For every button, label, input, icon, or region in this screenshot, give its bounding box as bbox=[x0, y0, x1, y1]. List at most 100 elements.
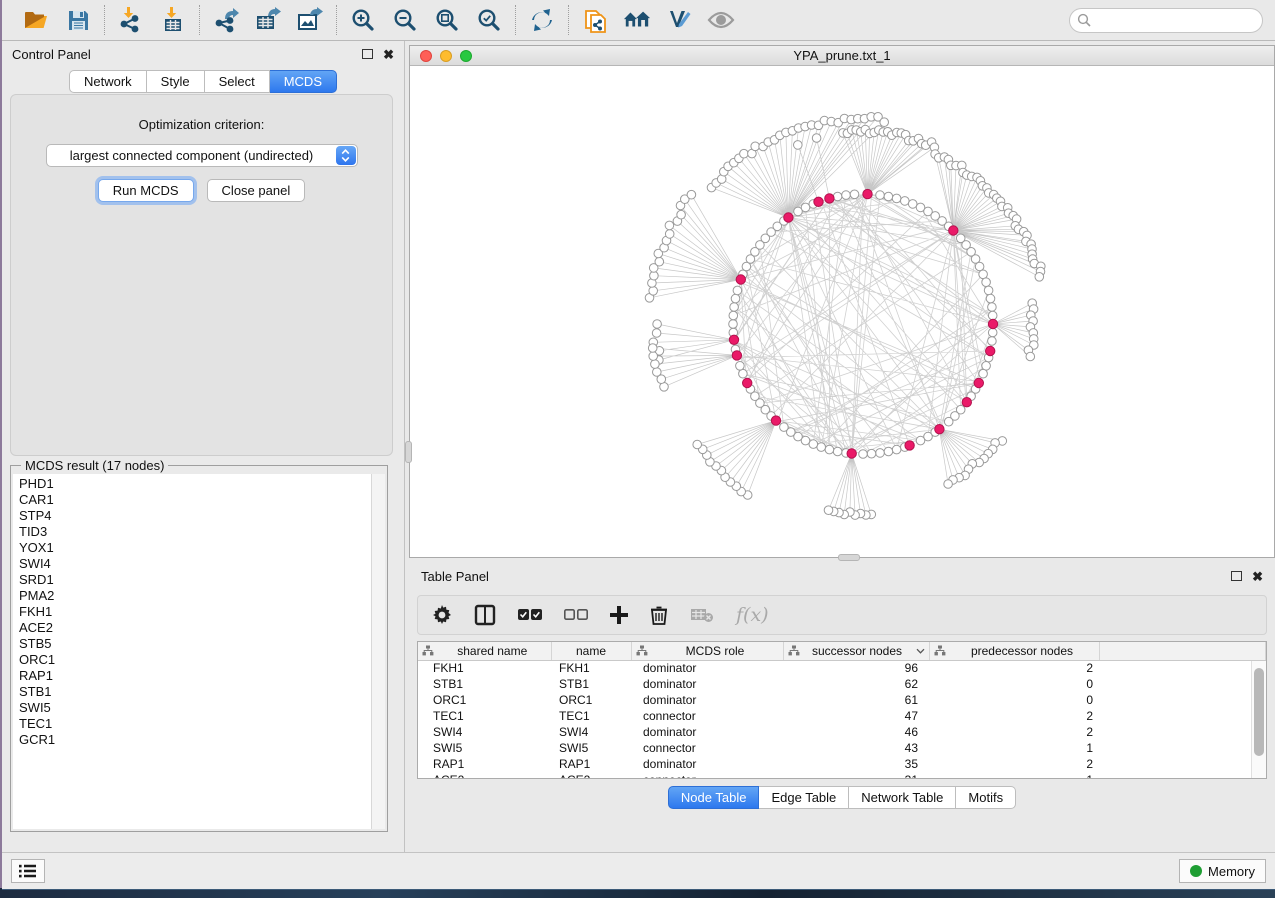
cell-name[interactable]: FKH1 bbox=[551, 660, 631, 676]
cell-MCDS-role[interactable]: dominator bbox=[631, 724, 783, 740]
panel-splitter-handle[interactable] bbox=[405, 441, 412, 463]
save-session-icon[interactable] bbox=[64, 6, 92, 34]
deselect-all-icon[interactable] bbox=[564, 602, 588, 628]
mcds-result-item[interactable]: ACE2 bbox=[19, 620, 371, 636]
zoom-selected-icon[interactable] bbox=[475, 6, 503, 34]
column-header-predecessor-nodes[interactable]: predecessor nodes bbox=[929, 642, 1099, 660]
cell-shared-name[interactable]: SWI4 bbox=[418, 724, 551, 740]
mcds-result-item[interactable]: STB1 bbox=[19, 684, 371, 700]
zoom-fit-icon[interactable] bbox=[433, 6, 461, 34]
cell-MCDS-role[interactable]: connector bbox=[631, 772, 783, 779]
mcds-result-item[interactable]: YOX1 bbox=[19, 540, 371, 556]
cell-MCDS-role[interactable]: dominator bbox=[631, 692, 783, 708]
cell-predecessor-nodes[interactable]: 2 bbox=[929, 708, 1099, 724]
cell-successor-nodes[interactable]: 62 bbox=[783, 676, 929, 692]
import-table-icon[interactable] bbox=[159, 6, 187, 34]
mcds-result-item[interactable]: ORC1 bbox=[19, 652, 371, 668]
select-all-icon[interactable] bbox=[518, 602, 542, 628]
cell-successor-nodes[interactable]: 47 bbox=[783, 708, 929, 724]
mcds-result-item[interactable]: PMA2 bbox=[19, 588, 371, 604]
show-columns-icon[interactable] bbox=[474, 602, 496, 628]
search-input[interactable] bbox=[1069, 8, 1263, 33]
tab-network-table[interactable]: Network Table bbox=[849, 786, 956, 809]
close-panel-icon[interactable]: ✖ bbox=[383, 48, 394, 61]
table-row[interactable]: TEC1TEC1connector472 bbox=[418, 708, 1266, 724]
column-header-successor-nodes[interactable]: successor nodes bbox=[783, 642, 929, 660]
open-session-icon[interactable] bbox=[22, 6, 50, 34]
cell-name[interactable]: STB1 bbox=[551, 676, 631, 692]
show-hide-icon[interactable] bbox=[707, 6, 735, 34]
mcds-result-item[interactable]: TID3 bbox=[19, 524, 371, 540]
mcds-result-item[interactable]: GCR1 bbox=[19, 732, 371, 748]
cell-predecessor-nodes[interactable]: 0 bbox=[929, 676, 1099, 692]
tab-motifs[interactable]: Motifs bbox=[956, 786, 1016, 809]
table-row[interactable]: FKH1FKH1dominator962 bbox=[418, 660, 1266, 676]
cell-successor-nodes[interactable]: 43 bbox=[783, 740, 929, 756]
mcds-hub-node[interactable] bbox=[988, 319, 997, 328]
column-header-MCDS-role[interactable]: MCDS role bbox=[631, 642, 783, 660]
task-history-button[interactable] bbox=[11, 859, 45, 883]
cell-MCDS-role[interactable]: connector bbox=[631, 740, 783, 756]
delete-column-icon[interactable] bbox=[650, 602, 668, 628]
cell-successor-nodes[interactable]: 35 bbox=[783, 756, 929, 772]
delete-table-icon[interactable] bbox=[690, 602, 714, 628]
mcds-hub-node[interactable] bbox=[784, 213, 793, 222]
memory-button[interactable]: Memory bbox=[1179, 859, 1266, 883]
cell-predecessor-nodes[interactable]: 2 bbox=[929, 660, 1099, 676]
mcds-hub-node[interactable] bbox=[729, 335, 738, 344]
mcds-hub-node[interactable] bbox=[743, 378, 752, 387]
export-network-icon[interactable] bbox=[212, 6, 240, 34]
cell-name[interactable]: SWI5 bbox=[551, 740, 631, 756]
network-from-selection-icon[interactable] bbox=[581, 6, 609, 34]
cell-predecessor-nodes[interactable]: 2 bbox=[929, 724, 1099, 740]
cell-successor-nodes[interactable]: 61 bbox=[783, 692, 929, 708]
cell-MCDS-role[interactable]: dominator bbox=[631, 660, 783, 676]
table-scrollbar-thumb[interactable] bbox=[1254, 668, 1264, 756]
mcds-hub-node[interactable] bbox=[863, 189, 872, 198]
mcds-hub-node[interactable] bbox=[736, 275, 745, 284]
table-row[interactable]: RAP1RAP1dominator352 bbox=[418, 756, 1266, 772]
tab-network[interactable]: Network bbox=[69, 70, 147, 93]
column-header-name[interactable]: name bbox=[551, 642, 631, 660]
cell-name[interactable]: SWI4 bbox=[551, 724, 631, 740]
cell-successor-nodes[interactable]: 31 bbox=[783, 772, 929, 779]
mcds-hub-node[interactable] bbox=[825, 194, 834, 203]
table-row[interactable]: SWI4SWI4dominator462 bbox=[418, 724, 1266, 740]
cell-predecessor-nodes[interactable]: 2 bbox=[929, 756, 1099, 772]
cell-predecessor-nodes[interactable]: 1 bbox=[929, 740, 1099, 756]
table-row[interactable]: ORC1ORC1dominator610 bbox=[418, 692, 1266, 708]
mcds-result-item[interactable]: SWI5 bbox=[19, 700, 371, 716]
cell-shared-name[interactable]: ORC1 bbox=[418, 692, 551, 708]
table-splitter-handle[interactable] bbox=[838, 554, 860, 561]
cell-shared-name[interactable]: SWI5 bbox=[418, 740, 551, 756]
float-table-panel-icon[interactable] bbox=[1231, 571, 1242, 581]
tab-edge-table[interactable]: Edge Table bbox=[759, 786, 849, 809]
mcds-hub-node[interactable] bbox=[962, 398, 971, 407]
cell-successor-nodes[interactable]: 46 bbox=[783, 724, 929, 740]
run-mcds-button[interactable]: Run MCDS bbox=[98, 179, 194, 202]
mcds-hub-node[interactable] bbox=[771, 416, 780, 425]
cell-name[interactable]: ACE2 bbox=[551, 772, 631, 779]
cell-MCDS-role[interactable]: dominator bbox=[631, 676, 783, 692]
cell-name[interactable]: TEC1 bbox=[551, 708, 631, 724]
network-canvas[interactable] bbox=[410, 66, 1274, 557]
mcds-hub-node[interactable] bbox=[986, 346, 995, 355]
zoom-out-icon[interactable] bbox=[391, 6, 419, 34]
cell-shared-name[interactable]: ACE2 bbox=[418, 772, 551, 779]
cell-shared-name[interactable]: STB1 bbox=[418, 676, 551, 692]
mcds-hub-node[interactable] bbox=[905, 441, 914, 450]
mcds-result-item[interactable]: PHD1 bbox=[19, 476, 371, 492]
mcds-hub-node[interactable] bbox=[814, 197, 823, 206]
cell-MCDS-role[interactable]: connector bbox=[631, 708, 783, 724]
zoom-in-icon[interactable] bbox=[349, 6, 377, 34]
refresh-layout-icon[interactable] bbox=[528, 6, 556, 34]
cell-successor-nodes[interactable]: 96 bbox=[783, 660, 929, 676]
cell-name[interactable]: ORC1 bbox=[551, 692, 631, 708]
import-network-icon[interactable] bbox=[117, 6, 145, 34]
table-row[interactable]: SWI5SWI5connector431 bbox=[418, 740, 1266, 756]
close-table-panel-icon[interactable]: ✖ bbox=[1252, 570, 1263, 583]
mcds-result-item[interactable]: TEC1 bbox=[19, 716, 371, 732]
table-row[interactable]: STB1STB1dominator620 bbox=[418, 676, 1266, 692]
cell-shared-name[interactable]: TEC1 bbox=[418, 708, 551, 724]
houses-icon[interactable] bbox=[623, 6, 651, 34]
